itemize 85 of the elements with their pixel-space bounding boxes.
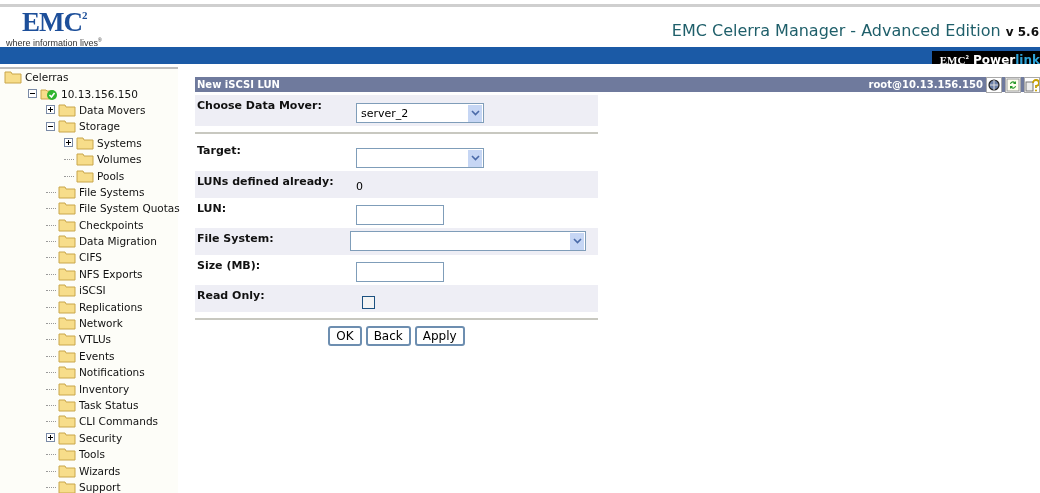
folder-icon (58, 119, 76, 134)
form-button[interactable]: Back (365, 326, 411, 346)
folder-icon (58, 332, 76, 347)
folder-icon (58, 184, 76, 199)
server-check-icon (40, 86, 58, 101)
folder-icon (58, 250, 76, 265)
tree-item[interactable]: Data Migration (79, 235, 157, 248)
text-field[interactable] (356, 205, 444, 225)
expand-icon[interactable] (46, 105, 56, 115)
folder-icon (58, 348, 76, 363)
field-label: LUNs defined already: (196, 174, 335, 190)
folder-icon (76, 135, 94, 150)
folder-icon (58, 381, 76, 396)
tree-item[interactable]: Task Status (79, 399, 139, 411)
field-label: Choose Data Mover: (196, 98, 323, 114)
folder-icon (76, 152, 94, 167)
app-title: EMC Celerra Manager - Advanced Edition v 5.6 (671, 20, 1039, 40)
folder-icon (58, 201, 76, 216)
tree-item[interactable]: File Systems (79, 185, 145, 198)
tree-item[interactable]: Notifications (79, 366, 145, 379)
tree-item[interactable]: 10.13.156.150 (61, 87, 138, 100)
folder-icon (58, 234, 76, 249)
tree-item[interactable]: Storage (79, 120, 121, 133)
text-field[interactable] (356, 262, 444, 282)
field-label: Size (MB): (196, 258, 262, 274)
tagline: where information lives$^{®}$ (6, 36, 102, 49)
folder-icon (58, 479, 76, 493)
folder-icon (58, 414, 76, 429)
tree-item[interactable]: Inventory (79, 382, 130, 395)
powerlink-logo[interactable]: EMC$^{2}$ Powerlink (931, 51, 1040, 64)
field-label: Target: (196, 143, 242, 159)
tree-item[interactable]: File System Quotas (79, 202, 180, 215)
form-button[interactable]: OK (328, 326, 362, 346)
dropdown[interactable]: server_2 (356, 103, 484, 123)
tree-item[interactable]: Events (79, 349, 115, 362)
field-label: File System: (196, 231, 275, 247)
network-icon[interactable] (986, 76, 1002, 93)
dropdown[interactable] (356, 148, 484, 168)
folder-icon (58, 283, 76, 298)
tree-item[interactable]: Network (79, 317, 123, 330)
folder-icon (4, 70, 22, 85)
tree-item[interactable]: Security (79, 431, 123, 444)
tree-item[interactable]: Replications (79, 300, 143, 313)
tree-item[interactable]: Checkpoints (79, 218, 144, 231)
tree-item[interactable]: Pools (97, 169, 125, 182)
chevron-down-icon[interactable] (468, 149, 482, 167)
folder-icon (76, 168, 94, 183)
folder-icon (58, 316, 76, 331)
collapse-icon[interactable] (28, 89, 38, 99)
tree-item[interactable]: Wizards (79, 464, 121, 477)
chevron-down-icon[interactable] (468, 104, 482, 122)
panel-title: New iSCSI LUN (196, 79, 280, 90)
user-label: root@10.13.156.150 (868, 79, 983, 90)
folder-icon (58, 102, 76, 117)
dropdown[interactable] (350, 231, 586, 251)
tree-item[interactable]: Support (79, 480, 121, 493)
folder-icon (58, 365, 76, 380)
collapse-icon[interactable] (46, 121, 56, 131)
tree-item[interactable]: Data Movers (79, 103, 146, 116)
tree-item[interactable]: Celerras (25, 71, 69, 84)
folder-icon (58, 430, 76, 445)
checkbox[interactable] (362, 296, 375, 309)
folder-icon (58, 398, 76, 412)
tree-item[interactable]: Volumes (97, 153, 142, 166)
tree-item[interactable]: NFS Exports (79, 267, 143, 280)
chevron-down-icon[interactable] (570, 232, 584, 250)
expand-icon[interactable] (46, 433, 56, 443)
tree-item[interactable]: Systems (97, 136, 142, 149)
tree-item[interactable]: VTLUs (79, 333, 112, 346)
tree-item[interactable]: CIFS (79, 251, 102, 264)
form-button[interactable]: Apply (414, 326, 465, 346)
folder-icon (58, 217, 76, 232)
tree-item[interactable]: Tools (79, 448, 105, 461)
emc-logo: EMC$^{2}$ (21, 9, 88, 35)
folder-icon (58, 463, 76, 478)
field-value: 0 (356, 179, 363, 193)
folder-icon (58, 266, 76, 281)
refresh-icon[interactable] (1005, 76, 1021, 93)
field-label: Read Only: (196, 288, 266, 304)
tree-item[interactable]: CLI Commands (79, 415, 159, 428)
field-label: LUN: (196, 201, 228, 217)
tree-item[interactable]: iSCSI (79, 284, 106, 297)
folder-icon (58, 447, 76, 462)
expand-icon[interactable] (64, 138, 74, 148)
folder-icon (58, 299, 76, 314)
